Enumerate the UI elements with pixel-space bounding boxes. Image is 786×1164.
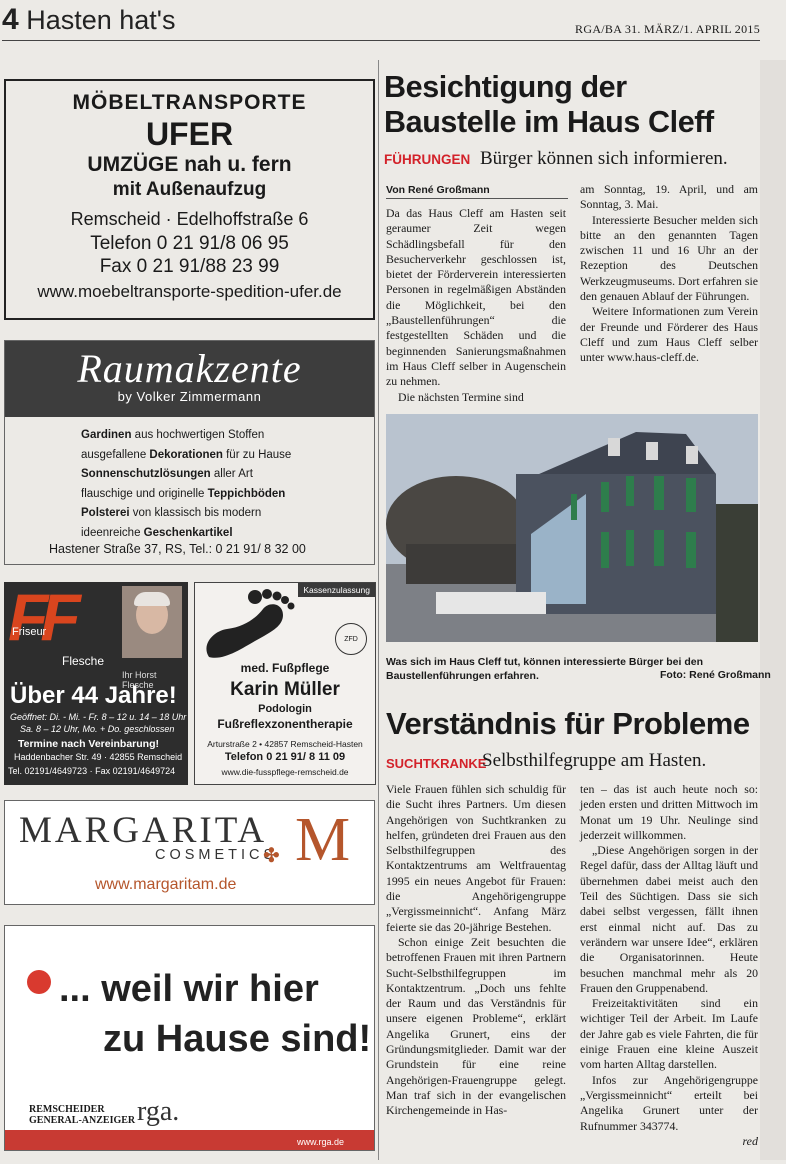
article1-column1: Da das Haus Cleff am Hasten seit geraume… xyxy=(386,206,566,405)
article2-paragraph: Viele Frauen fühlen sich schuldig für di… xyxy=(386,782,566,934)
ad-raum-address: Hastener Straße 37, RS, Tel.: 0 21 91/ 8… xyxy=(49,542,306,556)
article2-signature: red xyxy=(742,1134,758,1148)
ad-rga-line1: ... weil wir hier xyxy=(59,968,319,1010)
article1-author: Von René Großmann xyxy=(386,184,490,196)
article2-subhead: Selbsthilfegruppe am Hasten. xyxy=(482,750,707,771)
ad-fuss-tag: Kassenzulassung xyxy=(298,583,375,597)
author-rule xyxy=(386,198,568,199)
ad-raum-line: Gardinen aus hochwertigen Stoffen xyxy=(81,429,265,441)
ad-ufer-line2: UFER xyxy=(145,116,234,152)
ad-fuss-tel: Telefon 0 21 91/ 8 11 09 xyxy=(224,751,346,763)
article2-paragraph: Schon einige Zeit besuchten die betroffe… xyxy=(386,934,566,1118)
ad-fuss-podologin: Podologin xyxy=(258,703,312,715)
ad-fusspflege: Kassenzulassung ZFD med. Fußpflege Karin… xyxy=(194,582,376,785)
ad-ufer-line1: MÖBELTRANSPORTE xyxy=(72,91,307,114)
article2-kicker: SUCHTKRANKE xyxy=(386,756,487,771)
red-dot-icon xyxy=(27,970,51,994)
article1-paragraph: Da das Haus Cleff am Hasten seit geraume… xyxy=(386,206,566,389)
article1-paragraph: Interessierte Besucher melden sich bitte… xyxy=(580,212,758,304)
ad-raum-line: ausgefallene Dekorationen für zu Hause xyxy=(81,448,292,461)
section-title: Hasten hat's xyxy=(26,5,176,35)
ad-fuss-web[interactable]: www.die-fusspflege-remscheid.de xyxy=(195,767,375,777)
ad-margarita-name: MARGARITA xyxy=(19,810,268,851)
ad-friseur-label: Friseur xyxy=(12,626,47,638)
edition-date: RGA/BA 31. MÄRZ/1. APRIL 2015 xyxy=(575,22,760,36)
ad-ufer-web[interactable]: www.moebeltransporte-spedition-ufer.de xyxy=(6,278,373,305)
article2-paragraph: Infos zur Angehörigengruppe „Vergissmein… xyxy=(580,1072,758,1133)
ad-rga-publisher: REMSCHEIDER xyxy=(29,1104,105,1115)
ad-ufer-fax: Fax 0 21 91/88 23 99 xyxy=(99,256,280,277)
ad-friseur-appointment: Termine nach Vereinbarung! xyxy=(18,738,160,750)
footprint-icon xyxy=(206,589,295,658)
ad-fuss-address: Arturstraße 2 • 42857 Remscheid-Hasten xyxy=(207,739,363,749)
ad-ufer-line4: mit Außenaufzug xyxy=(112,179,267,200)
ad-rga-web[interactable]: www.rga.de xyxy=(297,1137,344,1147)
ad-ufer-phone: Telefon 0 21 91/8 06 95 xyxy=(90,233,289,254)
ad-fuss-name: Karin Müller xyxy=(230,679,340,700)
ad-margarita-cosmetics: COSMETICS xyxy=(155,847,278,863)
adjacent-page-strip xyxy=(760,60,786,1160)
ad-moebeltransporte: MÖBELTRANSPORTE UFER UMZÜGE nah u. fern … xyxy=(4,79,375,320)
article1-paragraph: am Sonntag, 19. April, und am Sonntag, 3… xyxy=(580,182,758,212)
photo-credit: Foto: René Großmann xyxy=(660,669,771,681)
ad-fuss-med: med. Fußpflege xyxy=(240,661,330,675)
ad-friseur-address: Haddenbacher Str. 49 · 42855 Remscheid xyxy=(14,752,183,762)
certification-seal-icon: ZFD xyxy=(335,623,367,655)
ad-friseur-hours: Geöffnet: Di. - Mi. - Fr. 8 – 12 u. 14 –… xyxy=(10,712,187,722)
ad-raumakzente: Raumakzente by Volker Zimmermann Gardine… xyxy=(4,340,375,565)
header-rule xyxy=(2,40,760,41)
flower-icon: ✤ xyxy=(263,845,280,867)
ad-friseur-headline: Über 44 Jahre! xyxy=(10,682,177,709)
ad-ufer-address: Remscheid · Edelhoffstraße 6 xyxy=(70,209,309,229)
ad-raum-list: Gardinen aus hochwertigen Stoffen ausgefa… xyxy=(81,426,291,543)
ad-raum-line: flauschige und originelle Teppichböden xyxy=(81,487,286,500)
ad-raum-brand: Raumakzente xyxy=(77,346,302,391)
ad-friseur-hours-2: Sa. 8 – 12 Uhr, Mo. + Do. geschlossen xyxy=(20,724,175,734)
article2-paragraph: Freizeitaktivitäten sind ein wichtiger T… xyxy=(580,996,758,1072)
page-header: 4 Hasten hat's xyxy=(2,4,175,36)
column-divider xyxy=(378,60,379,1160)
ad-fuss-therapie: Fußreflexzonentherapie xyxy=(217,717,353,731)
article1-headline: Besichtigung der Baustelle im Haus Cleff xyxy=(384,70,714,139)
ad-raum-byline: by Volker Zimmermann xyxy=(117,389,262,404)
ad-raum-banner: Raumakzente by Volker Zimmermann xyxy=(5,341,374,417)
article2-column2: ten – das ist auch heute noch so: jeden … xyxy=(580,782,758,1134)
ad-friseur-name: Flesche xyxy=(62,654,105,668)
ad-raum-line: ideenreiche Geschenkartikel xyxy=(81,526,233,539)
ad-raum-line: Polsterei von klassisch bis modern xyxy=(81,507,262,519)
ad-raum-line: Sonnenschutzlösungen aller Art xyxy=(81,468,253,480)
ad-margarita-web[interactable]: www.margaritam.de xyxy=(95,876,236,894)
article2-column1: Viele Frauen fühlen sich schuldig für di… xyxy=(386,782,566,1119)
ad-rga: ... weil wir hier zu Hause sind! REMSCHE… xyxy=(4,925,375,1151)
article1-column2: am Sonntag, 19. April, und am Sonntag, 3… xyxy=(580,182,758,366)
ad-margarita-cosmetics: MARGARITA COSMETICS ✤ M www.margaritam.d… xyxy=(4,800,375,905)
article1-subhead: Bürger können sich informieren. xyxy=(480,148,728,169)
article2-paragraph: ten – das ist auch heute noch so: jeden … xyxy=(580,782,758,842)
article1-paragraph: Weitere Informationen zum Verein der Fre… xyxy=(580,304,758,365)
ad-rga-line2: zu Hause sind! xyxy=(103,1018,372,1060)
ad-friseur-logo: FF xyxy=(8,582,81,654)
haus-cleff-photo xyxy=(386,414,758,642)
ad-margarita-monogram: M xyxy=(295,806,351,874)
ad-ufer-line3: UMZÜGE nah u. fern xyxy=(87,153,292,176)
page-number: 4 xyxy=(2,3,19,36)
ad-rga-publisher-2: GENERAL-ANZEIGER xyxy=(29,1115,136,1126)
ad-rga-logo: rga. xyxy=(137,1096,180,1127)
article1-kicker: FÜHRUNGEN xyxy=(384,152,471,167)
article2-headline: Verständnis für Probleme xyxy=(386,706,750,741)
portrait-photo xyxy=(122,586,182,658)
article2-paragraph: „Diese Angehörigen sorgen in der Regel d… xyxy=(580,843,758,995)
ad-friseur-flesche: FF Friseur Flesche Ihr Horst Flesche Übe… xyxy=(4,582,188,785)
ad-friseur-tel: Tel. 02191/4649723 · Fax 02191/4649724 xyxy=(8,766,176,776)
article1-paragraph: Die nächsten Termine sind xyxy=(398,389,524,404)
